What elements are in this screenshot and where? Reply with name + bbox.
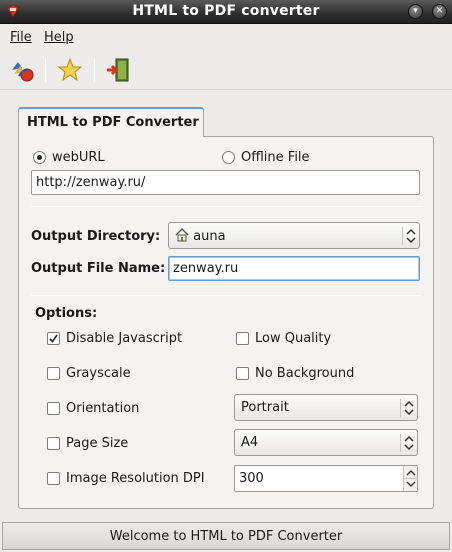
output-directory-select[interactable]: auna (168, 222, 420, 249)
exit-door-icon[interactable] (104, 56, 132, 84)
menu-file-label: File (10, 30, 32, 45)
status-bar: Welcome to HTML to PDF Converter (2, 522, 450, 550)
low-quality-label: Low Quality (255, 331, 332, 346)
orientation-select[interactable]: Portrait (234, 394, 418, 421)
toolbar-separator (94, 58, 95, 82)
grayscale-checkbox[interactable] (47, 367, 60, 380)
options-heading: Options: (35, 306, 98, 321)
convert-icon[interactable] (8, 56, 36, 84)
orientation-checkbox[interactable] (47, 402, 60, 415)
chevron-updown-icon (400, 434, 414, 452)
offline-file-label: Offline File (241, 150, 310, 165)
menu-help[interactable]: Help (44, 30, 74, 45)
close-icon[interactable]: ✕ (432, 4, 447, 19)
menu-file[interactable]: File (10, 30, 32, 45)
no-background-label: No Background (255, 366, 355, 381)
menu-help-label: Help (44, 30, 74, 45)
spin-arrows-icon[interactable] (403, 466, 418, 491)
low-quality-checkbox[interactable] (236, 332, 249, 345)
dpi-value: 300 (239, 471, 264, 486)
weburl-label: webURL (52, 150, 105, 165)
no-background-checkbox[interactable] (236, 367, 249, 380)
toolbar-separator (45, 58, 46, 82)
output-filename-label: Output File Name: (31, 261, 166, 276)
output-filename-input[interactable]: zenway.ru (168, 256, 420, 281)
page-size-value: A4 (241, 435, 259, 450)
title-bar: HTML to PDF converter ▾ ✕ (0, 0, 452, 24)
tab-html-to-pdf[interactable]: HTML to PDF Converter (18, 107, 204, 137)
page-size-select[interactable]: A4 (234, 429, 418, 456)
home-folder-icon (175, 228, 189, 242)
weburl-radio[interactable] (33, 151, 46, 164)
url-input[interactable]: http://zenway.ru/ (31, 170, 420, 195)
divider (31, 206, 421, 207)
menu-bar: File Help (0, 25, 452, 49)
star-icon[interactable] (56, 56, 84, 84)
dpi-spinbox[interactable]: 300 (234, 465, 418, 492)
page-size-label: Page Size (66, 436, 129, 451)
divider (31, 295, 421, 296)
page-size-checkbox[interactable] (47, 437, 60, 450)
disable-javascript-checkbox[interactable] (47, 332, 60, 345)
image-resolution-label: Image Resolution DPI (66, 471, 205, 486)
chevron-updown-icon (400, 399, 414, 417)
chevron-updown-icon (402, 227, 416, 245)
checkmark-icon (49, 334, 58, 343)
window-title: HTML to PDF converter (132, 3, 320, 19)
grayscale-label: Grayscale (66, 366, 131, 381)
output-directory-label: Output Directory: (31, 229, 161, 244)
orientation-label: Orientation (66, 401, 140, 416)
disable-javascript-label: Disable Javascript (66, 331, 183, 346)
offline-file-radio[interactable] (222, 151, 235, 164)
toolbar (0, 50, 452, 90)
orientation-value: Portrait (241, 400, 289, 415)
image-resolution-checkbox[interactable] (47, 472, 60, 485)
output-directory-value: auna (193, 229, 226, 244)
minimize-icon[interactable]: ▾ (408, 4, 423, 19)
